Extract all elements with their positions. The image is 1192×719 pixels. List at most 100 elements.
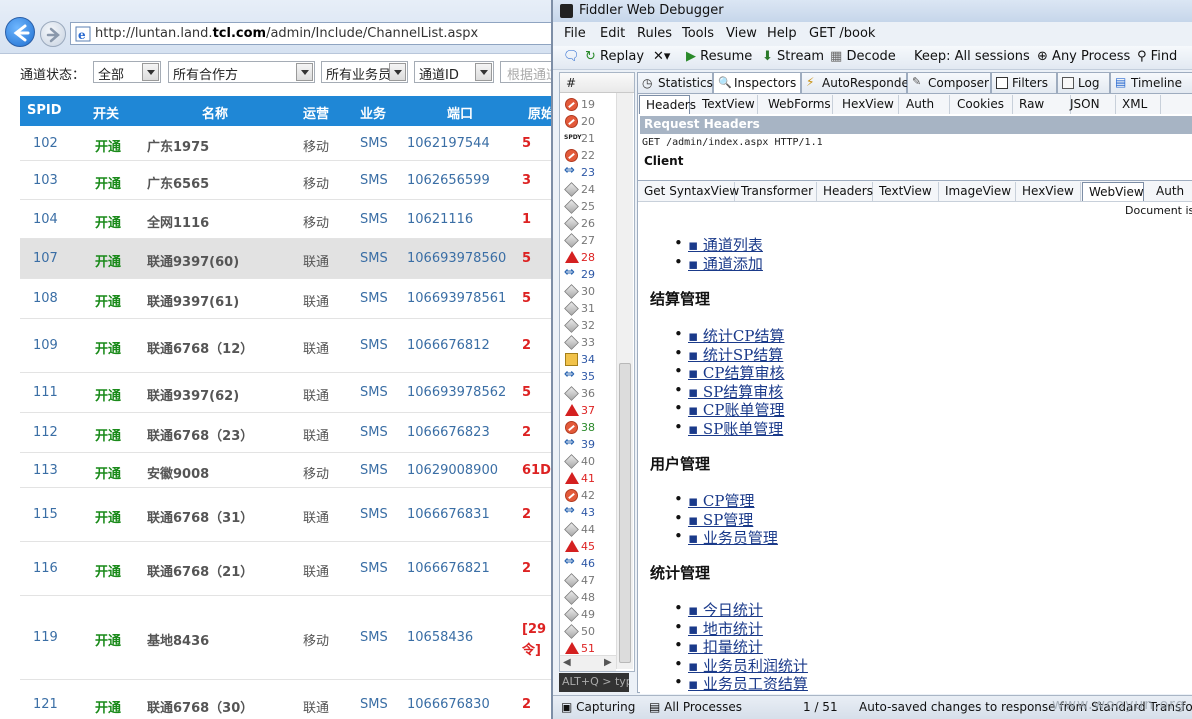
menu-view[interactable]: View	[726, 26, 757, 41]
session-scrollbar[interactable]	[616, 93, 633, 669]
table-row[interactable]: 102 开通 广东1975 移动 SMS 1062197544 5	[20, 126, 556, 161]
cell-switch[interactable]: 开通	[95, 251, 121, 270]
table-row[interactable]: 121 开通 联通6768（30） 联通 SMS 1066676830 2	[20, 680, 556, 719]
link-cp-manage[interactable]: ▪ CP管理	[674, 490, 754, 511]
find-button[interactable]: ⚲ Find	[1137, 49, 1177, 64]
link-salesman-salary[interactable]: ▪ 业务员工资结算	[674, 673, 808, 694]
resp-tab-textview[interactable]: TextView	[873, 182, 939, 201]
replay-button[interactable]: ↻ Replay	[585, 49, 644, 64]
session-item[interactable]: 31	[564, 301, 622, 317]
session-item[interactable]: 38	[564, 420, 622, 436]
link-deduct-stats[interactable]: ▪ 扣量统计	[674, 636, 763, 657]
session-item[interactable]: 48	[564, 590, 622, 606]
tab-log[interactable]: Log	[1057, 72, 1110, 93]
session-item[interactable]: 49	[564, 607, 622, 623]
table-row[interactable]: 107 开通 联通9397(60) 联通 SMS 106693978560 5	[20, 239, 556, 279]
cell-switch[interactable]: 开通	[95, 385, 121, 404]
comment-icon[interactable]: 🗨	[563, 49, 580, 64]
scroll-right-icon[interactable]: ▶	[604, 657, 612, 668]
req-tab-hexview[interactable]: HexView	[836, 95, 899, 114]
session-item[interactable]: 21	[564, 131, 622, 147]
resp-tab-imageview[interactable]: ImageView	[939, 182, 1016, 201]
cell-switch[interactable]: 开通	[95, 173, 121, 192]
session-hscrollbar[interactable]: ◀ ▶	[560, 655, 616, 671]
session-item[interactable]: 44	[564, 522, 622, 538]
req-tab-cookies[interactable]: Cookies	[951, 95, 1013, 114]
link-cp-bills[interactable]: ▪ CP账单管理	[674, 399, 784, 420]
link-today-stats[interactable]: ▪ 今日统计	[674, 599, 763, 620]
cell-switch[interactable]: 开通	[95, 291, 121, 310]
session-list[interactable]: # 19 20 21 22 23 24 25 26 27 28 29 30 31 32 33 34 35 36 37…	[559, 72, 635, 672]
resp-tab-headers[interactable]: Headers	[817, 182, 873, 201]
cell-switch[interactable]: 开通	[95, 136, 121, 155]
session-item[interactable]: 22	[564, 148, 622, 164]
table-row[interactable]: 113 开通 安徽9008 移动 SMS 10629008900 61D	[20, 453, 556, 488]
salesman-select[interactable]: 所有业务员	[321, 61, 408, 83]
session-item[interactable]: 50	[564, 624, 622, 640]
resp-tab-webview[interactable]: WebView	[1082, 182, 1144, 201]
cell-switch[interactable]: 开通	[95, 338, 121, 357]
link-sp-bills[interactable]: ▪ SP账单管理	[674, 418, 783, 439]
session-item[interactable]: 23	[564, 163, 622, 181]
search-input[interactable]: 根据通道	[500, 61, 556, 83]
table-row[interactable]: 112 开通 联通6768（23） 联通 SMS 1066676823 2	[20, 413, 556, 453]
cell-switch[interactable]: 开通	[95, 463, 121, 482]
remove-button[interactable]: ✕▾	[653, 49, 670, 64]
menu-edit[interactable]: Edit	[600, 26, 625, 41]
link-salesman-manage[interactable]: ▪ 业务员管理	[674, 527, 778, 548]
session-item[interactable]: 27	[564, 233, 622, 249]
req-tab-json[interactable]: JSON	[1064, 95, 1116, 114]
table-row[interactable]: 103 开通 广东6565 移动 SMS 1062656599 3	[20, 161, 556, 200]
session-item[interactable]: 25	[564, 199, 622, 215]
cell-switch[interactable]: 开通	[95, 697, 121, 716]
session-item[interactable]: 20	[564, 114, 622, 130]
cell-switch[interactable]: 开通	[95, 212, 121, 231]
partner-select[interactable]: 所有合作方	[168, 61, 315, 83]
req-tab-auth[interactable]: Auth	[900, 95, 950, 114]
session-item[interactable]: 24	[564, 182, 622, 198]
session-item[interactable]: 32	[564, 318, 622, 334]
capturing-indicator[interactable]: ▣ Capturing	[561, 700, 635, 714]
table-row[interactable]: 116 开通 联通6768（21） 联通 SMS 1066676821 2	[20, 542, 556, 596]
process-filter[interactable]: ▤ All Processes	[649, 700, 742, 714]
req-tab-raw[interactable]: Raw	[1013, 95, 1071, 114]
menu-rules[interactable]: Rules	[637, 26, 672, 41]
resp-tab-auth[interactable]: Auth	[1150, 182, 1192, 201]
session-item[interactable]: 45	[564, 539, 622, 555]
resume-button[interactable]: ▶ Resume	[686, 49, 752, 64]
req-tab-webforms[interactable]: WebForms	[762, 95, 833, 114]
tab-statistics[interactable]: ◷ Statistics	[637, 72, 713, 93]
resp-tab-hexview[interactable]: HexView	[1016, 182, 1081, 201]
req-tab-textview[interactable]: TextView	[696, 95, 758, 114]
link-channel-list[interactable]: ▪ 通道列表	[674, 234, 763, 255]
req-tab-xml[interactable]: XML	[1116, 95, 1161, 114]
table-row[interactable]: 111 开通 联通9397(62) 联通 SMS 106693978562 5	[20, 373, 556, 413]
session-item[interactable]: 43	[564, 503, 622, 521]
forward-button[interactable]	[40, 21, 66, 47]
resp-tab-syntaxview[interactable]: Get SyntaxView	[638, 182, 739, 201]
table-row[interactable]: 109 开通 联通6768（12） 联通 SMS 1066676812 2	[20, 319, 556, 373]
tab-composer[interactable]: ✎ Composer	[907, 72, 991, 93]
cell-switch[interactable]: 开通	[95, 507, 121, 526]
menu-tools[interactable]: Tools	[682, 26, 714, 41]
session-item[interactable]: 26	[564, 216, 622, 232]
link-settle-cp-audit[interactable]: ▪ CP结算审核	[674, 362, 784, 383]
table-row[interactable]: 104 开通 全网1116 移动 SMS 10621116 1	[20, 200, 556, 239]
session-item[interactable]: 29	[564, 265, 622, 283]
scroll-left-icon[interactable]: ◀	[563, 657, 571, 668]
menu-file[interactable]: File	[564, 26, 586, 41]
tab-timeline[interactable]: ▤ Timeline	[1110, 72, 1192, 93]
link-channel-add[interactable]: ▪ 通道添加	[674, 253, 763, 274]
table-row[interactable]: 115 开通 联通6768（31） 联通 SMS 1066676831 2	[20, 488, 556, 542]
any-process-button[interactable]: ⊕ Any Process	[1037, 49, 1130, 64]
session-item[interactable]: 28	[564, 250, 622, 266]
address-bar[interactable]: e http://luntan.land.tcl.com/admin/Inclu…	[70, 22, 556, 45]
scrollbar-thumb[interactable]	[619, 363, 631, 663]
session-item[interactable]: 47	[564, 573, 622, 589]
tab-inspectors[interactable]: 🔍 Inspectors	[713, 72, 801, 94]
status-select[interactable]: 全部	[93, 61, 161, 83]
menu-get-book[interactable]: GET /book	[809, 26, 875, 41]
stream-button[interactable]: ⬇ Stream	[762, 49, 824, 64]
session-item[interactable]: 35	[564, 367, 622, 385]
resp-tab-transformer[interactable]: Transformer	[735, 182, 817, 201]
